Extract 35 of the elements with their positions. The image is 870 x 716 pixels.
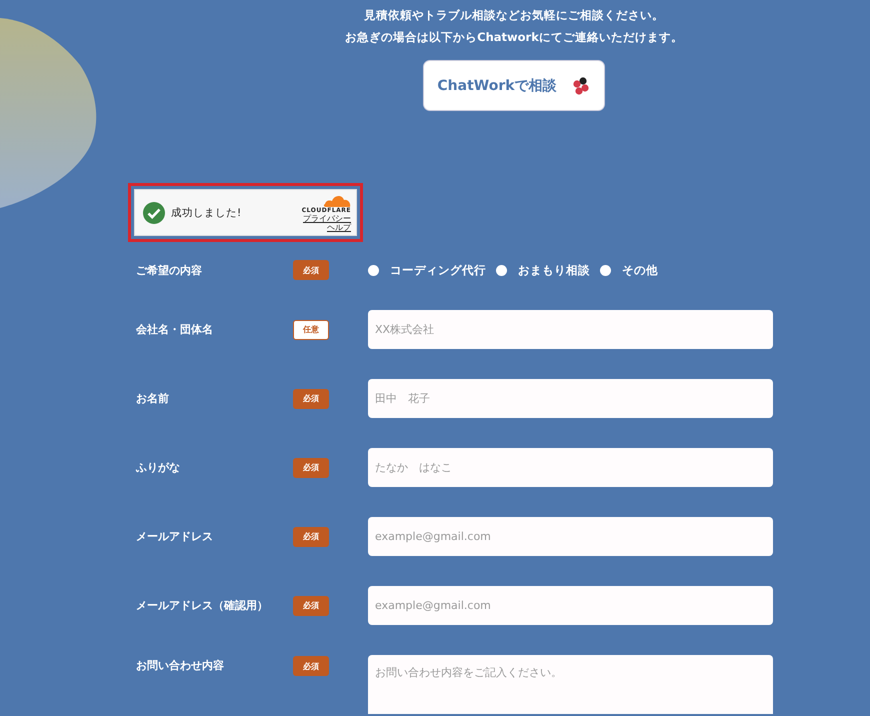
cloud-icon [323,194,351,206]
required-badge: 必須 [293,656,329,676]
intro-text: 見積依頼やトラブル相談などお気軽にご相談ください。 [364,7,664,24]
input-field[interactable]: 田中 花子 [368,379,773,418]
field-label: メールアドレス [136,529,214,544]
input-field[interactable]: example@gmail.com [368,586,773,625]
check-icon [143,202,165,224]
intro-text: お急ぎの場合は以下からChatworkにてご連絡いただけます。 [345,29,683,46]
required-badge: 必須 [293,458,329,478]
radio-label[interactable]: コーディング代行 [390,262,486,278]
radio-label[interactable]: その他 [622,262,658,278]
field-label: メールアドレス（確認用） [136,598,269,613]
field-label: お名前 [136,391,170,406]
radio-button[interactable] [368,264,379,276]
flower-logo-icon [570,76,591,96]
chatwork-button[interactable]: ChatWorkで相談 [423,60,605,111]
required-badge: 必須 [293,260,329,280]
radio-button[interactable] [600,264,611,276]
field-label: 会社名・団体名 [136,322,214,337]
input-field[interactable]: example@gmail.com [368,517,773,556]
field-label: ご希望の内容 [136,262,203,278]
captcha-link[interactable]: ヘルプ [327,222,351,232]
radio-label[interactable]: おまもり相談 [518,262,590,278]
required-badge: 必須 [293,596,329,616]
input-field[interactable]: XX株式会社 [368,310,773,349]
radio-button[interactable] [496,264,507,276]
optional-badge: 任意 [293,320,329,340]
input-field[interactable]: たなか はなこ [368,448,773,487]
captcha-status: 成功しました! [171,206,242,220]
field-label: お問い合わせ内容 [136,658,225,673]
message-field[interactable]: お問い合わせ内容をご記入ください。 [368,655,773,714]
required-badge: 必須 [293,388,329,408]
captcha-link[interactable]: プライバシー [303,214,351,222]
required-badge: 必須 [293,526,329,546]
field-label: ふりがな [136,460,181,475]
